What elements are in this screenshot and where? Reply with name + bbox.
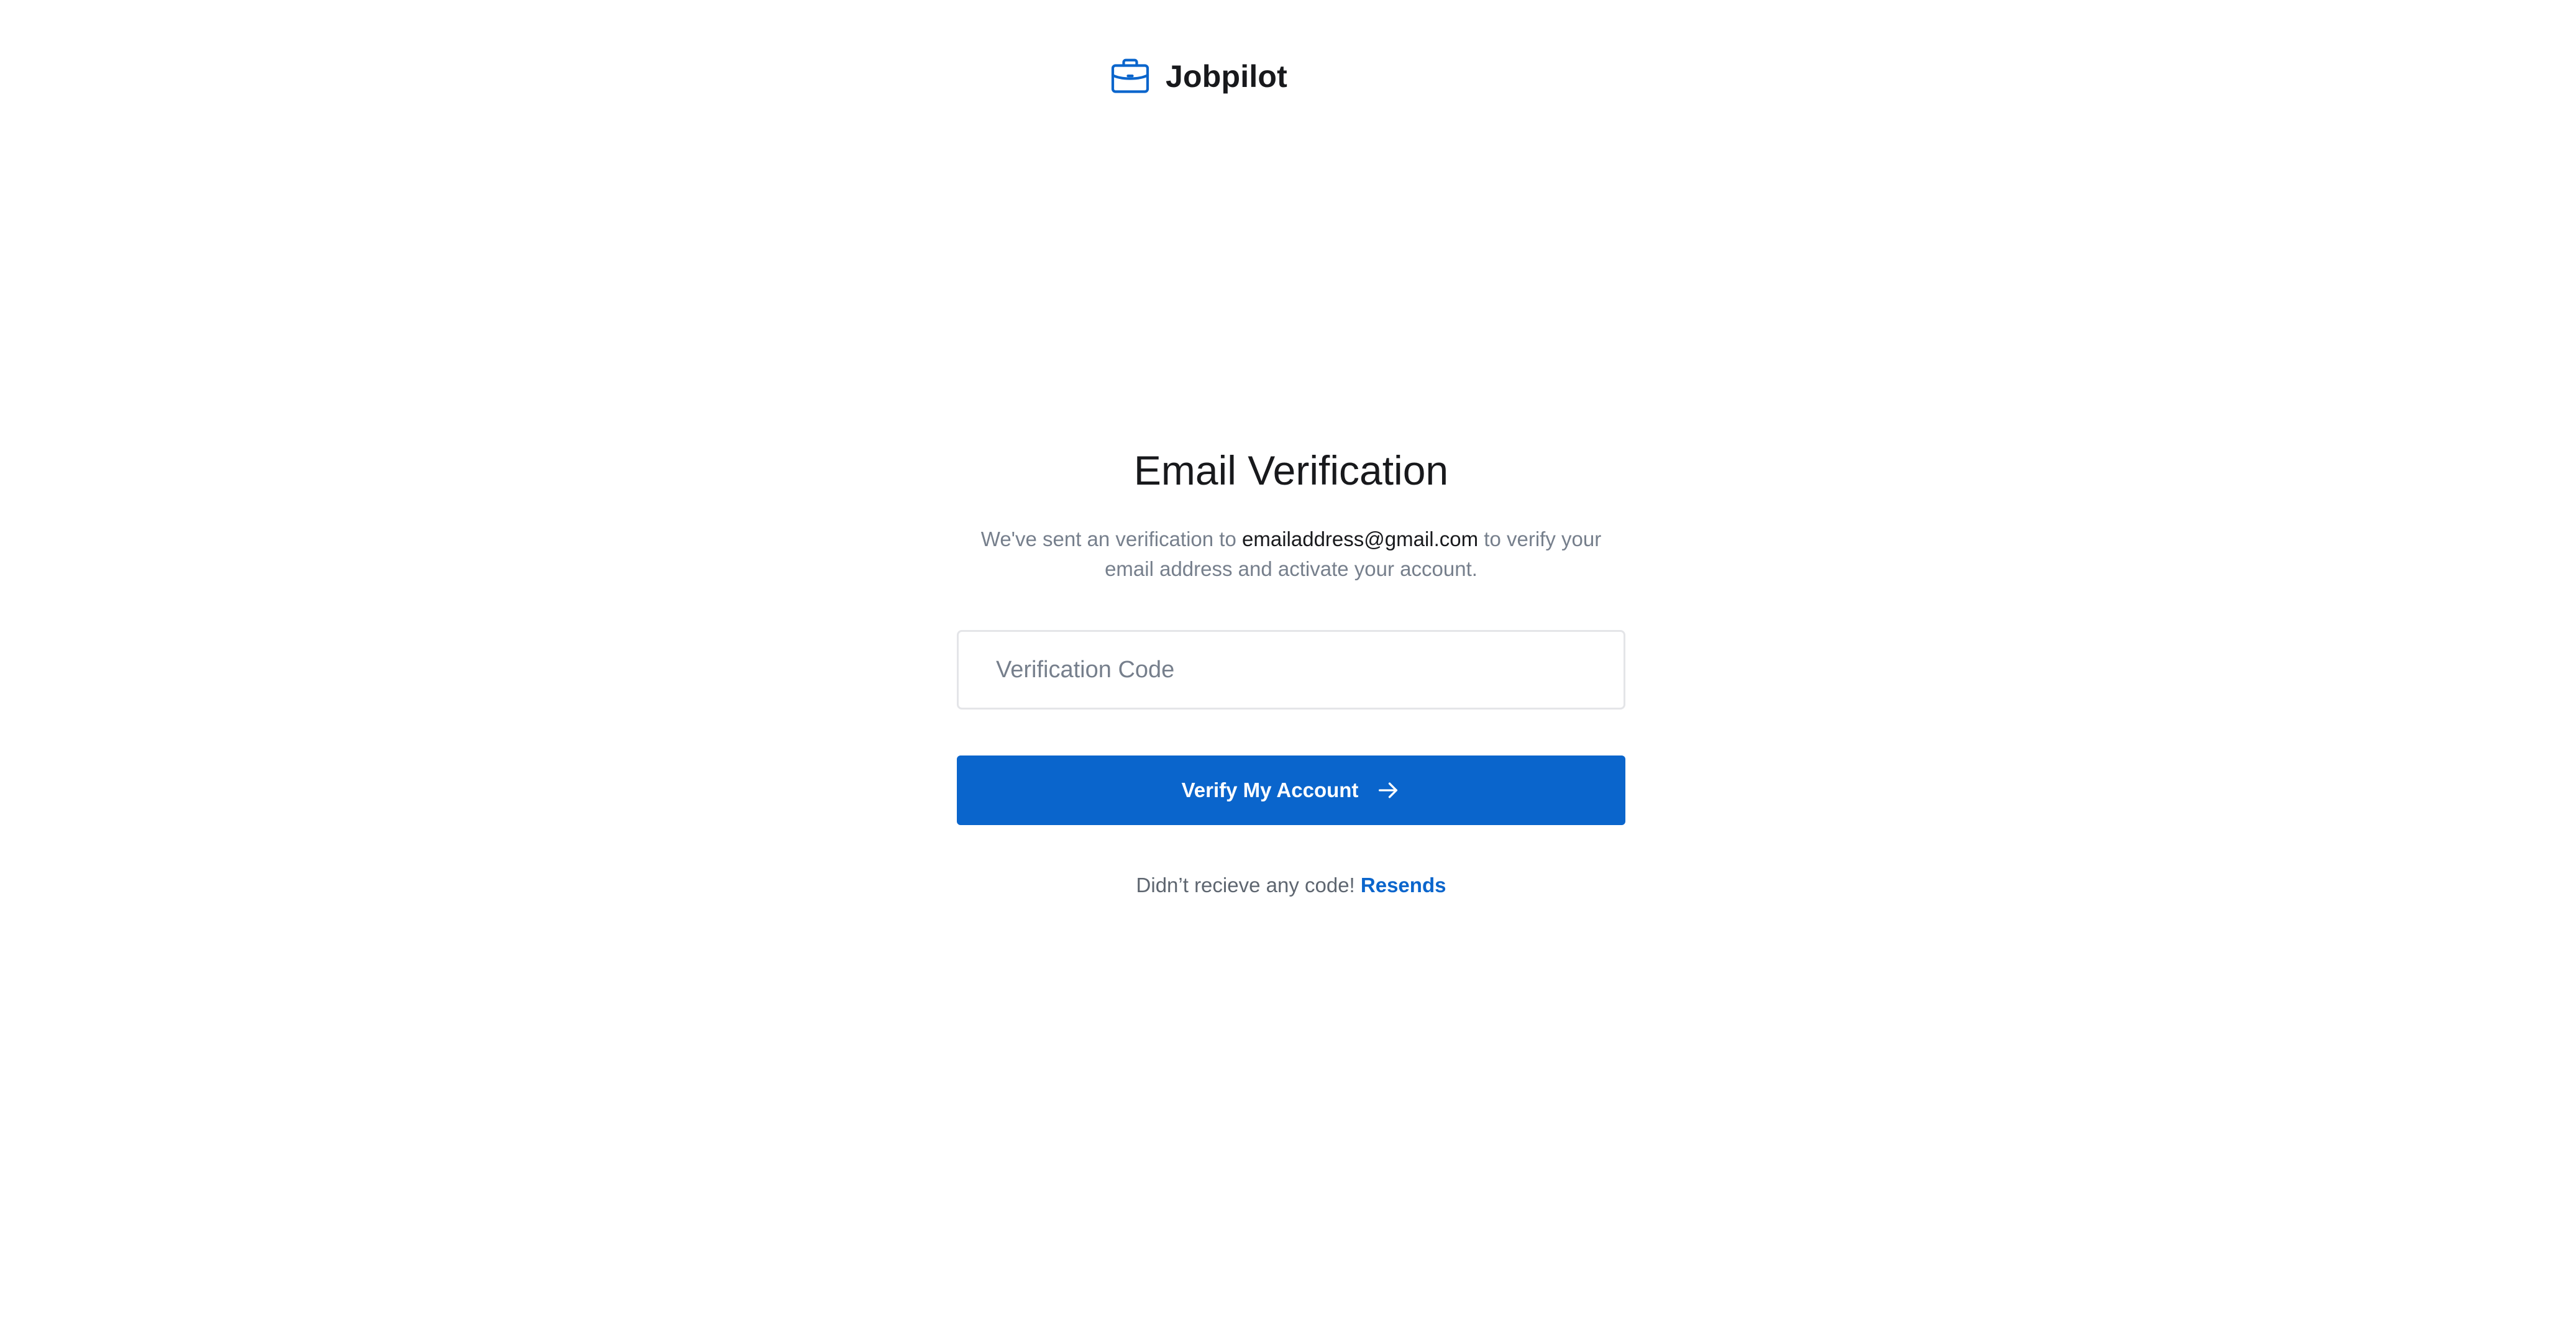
resend-link[interactable]: Resends (1361, 874, 1446, 897)
arrow-right-icon (1379, 782, 1398, 798)
verification-code-input[interactable] (957, 630, 1625, 710)
email-address: emailaddress@gmail.com (1242, 527, 1479, 550)
verify-account-button[interactable]: Verify My Account (957, 755, 1625, 825)
brand-name: Jobpilot (1166, 59, 1288, 94)
brand-logo[interactable]: Jobpilot (1108, 55, 1287, 98)
verify-button-label: Verify My Account (1181, 778, 1359, 801)
briefcase-icon (1111, 58, 1149, 93)
verification-panel: Email Verification We've sent an verific… (957, 444, 1625, 897)
resend-prompt: Didn’t recieve any code! Resends (1136, 874, 1446, 897)
verification-message: We've sent an verification to emailaddre… (957, 524, 1625, 584)
page-title: Email Verification (1133, 447, 1449, 493)
email-verification-page: Jobpilot Email Verification We've sent a… (0, 0, 2576, 1342)
resend-prompt-text: Didn’t recieve any code! (1136, 874, 1361, 897)
message-before: We've sent an verification to (980, 527, 1242, 550)
